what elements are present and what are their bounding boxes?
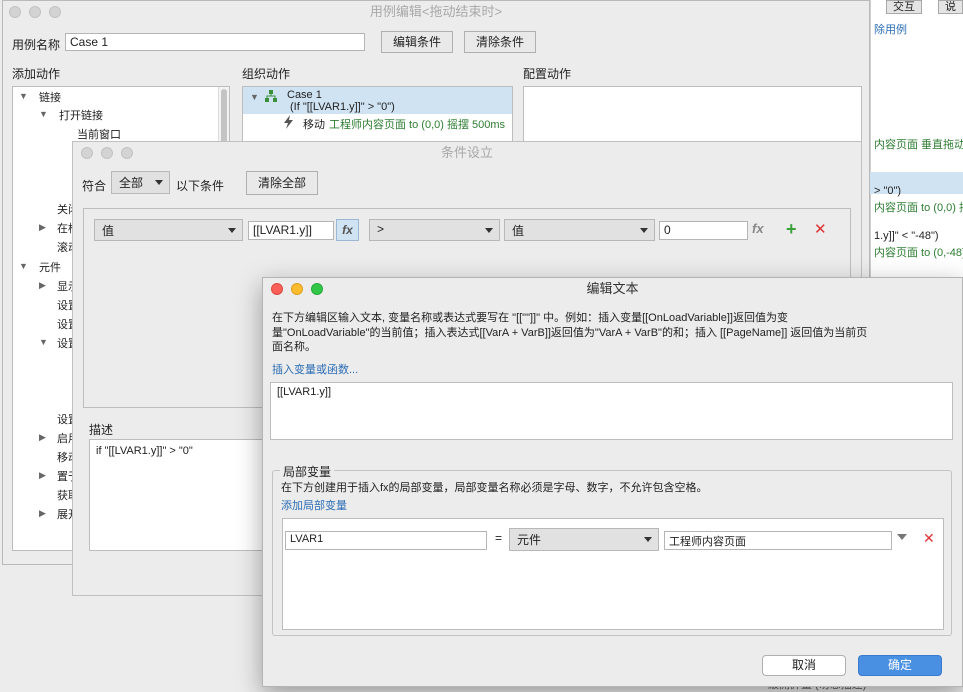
- variable-target-input[interactable]: 工程师内容页面: [664, 531, 892, 550]
- collapse-triangle-icon[interactable]: ▶: [39, 280, 46, 291]
- text-editor[interactable]: [[LVAR1.y]]: [270, 382, 953, 440]
- expand-triangle-icon[interactable]: ▼: [19, 91, 28, 101]
- minimize-window-icon[interactable]: [29, 6, 41, 18]
- delete-condition-icon[interactable]: ✕: [814, 220, 827, 238]
- right-type-value: 值: [512, 224, 525, 238]
- close-window-icon[interactable]: [81, 147, 93, 159]
- lightning-icon: [284, 115, 293, 129]
- local-variable-list: LVAR1 = 元件 工程师内容页面 ✕: [282, 518, 944, 630]
- delete-case-link[interactable]: 除用例: [874, 21, 907, 37]
- right-type-select[interactable]: 值: [504, 219, 655, 241]
- bg-action-line: 内容页面 垂直拖动: [874, 139, 963, 151]
- tree-item-open-link[interactable]: 打开链接: [59, 107, 103, 123]
- configure-action-header: 配置动作: [523, 67, 572, 81]
- variable-type-select[interactable]: 元件: [509, 528, 659, 551]
- match-suffix: 以下条件: [176, 179, 225, 193]
- add-local-variable-link[interactable]: 添加局部变量: [281, 497, 347, 513]
- edit-text-window: 编辑文本 在下方编辑区输入文本, 变量名称或表达式要写在 "[[""]]" 中。…: [262, 277, 963, 687]
- zoom-window-icon[interactable]: [49, 6, 61, 18]
- match-select-value: 全部: [119, 176, 144, 190]
- cancel-button[interactable]: 取消: [762, 655, 846, 676]
- fx-button[interactable]: fx: [336, 219, 359, 241]
- add-action-header: 添加动作: [12, 67, 61, 81]
- match-select[interactable]: 全部: [111, 171, 170, 194]
- chevron-down-icon: [640, 228, 648, 233]
- right-value-input[interactable]: 0: [659, 221, 748, 240]
- chevron-down-icon: [485, 228, 493, 233]
- bg-action-line: 内容页面 to (0,0) 摇: [874, 202, 963, 214]
- equals-sign: =: [495, 531, 503, 545]
- expand-triangle-icon[interactable]: ▼: [39, 109, 48, 119]
- window-title: 条件设立: [440, 145, 493, 160]
- description-label: 描述: [89, 423, 114, 437]
- tab-notes[interactable]: 说明: [938, 0, 963, 14]
- expand-triangle-icon[interactable]: ▼: [250, 92, 259, 102]
- instructions-line: 面名称。: [272, 341, 316, 353]
- add-condition-icon[interactable]: +: [786, 219, 797, 240]
- clear-condition-button[interactable]: 清除条件: [464, 31, 536, 53]
- close-window-icon[interactable]: [271, 283, 283, 295]
- chevron-down-icon: [644, 537, 652, 542]
- clear-all-button[interactable]: 清除全部: [246, 171, 318, 195]
- zoom-window-icon[interactable]: [121, 147, 133, 159]
- tree-item-widgets[interactable]: 元件: [39, 259, 61, 275]
- tree-item-current-window[interactable]: 当前窗口: [77, 126, 121, 142]
- bg-condition-line: > "0"): [874, 185, 902, 197]
- window-title: 编辑文本: [586, 281, 639, 296]
- tab-interaction[interactable]: 交互: [886, 0, 922, 14]
- zoom-window-icon[interactable]: [311, 283, 323, 295]
- action-detail[interactable]: 工程师内容页面 to (0,0) 摇摆 500ms: [329, 116, 505, 132]
- bg-condition-line: 1.y]]" < "-48"): [874, 230, 939, 242]
- case-name-input[interactable]: Case 1: [65, 33, 365, 51]
- delete-variable-icon[interactable]: ✕: [923, 530, 935, 547]
- minimize-window-icon[interactable]: [291, 283, 303, 295]
- window-title: 用例编辑<拖动结束时>: [369, 4, 503, 19]
- collapse-triangle-icon[interactable]: ▶: [39, 222, 46, 233]
- edit-condition-button[interactable]: 编辑条件: [381, 31, 453, 53]
- expand-triangle-icon[interactable]: ▼: [19, 261, 28, 271]
- scroll-thumb[interactable]: [221, 89, 227, 145]
- case-title[interactable]: Case 1: [287, 89, 322, 101]
- local-variables-group: 在下方创建用于插入fx的局部变量，局部变量名称必须是字母、数字，不允许包含空格。…: [272, 470, 952, 636]
- minimize-window-icon[interactable]: [101, 147, 113, 159]
- left-type-select[interactable]: 值: [94, 219, 243, 241]
- case-name-label: 用例名称: [12, 38, 61, 52]
- organize-action-header: 组织动作: [242, 67, 291, 81]
- fx-button[interactable]: fx: [752, 221, 764, 236]
- editor-text: [[LVAR1.y]]: [277, 386, 332, 398]
- case-condition-text: (If "[[LVAR1.y]]" > "0"): [290, 101, 395, 113]
- instructions-line: 在下方编辑区输入文本, 变量名称或表达式要写在 "[[""]]" 中。例如：插入…: [272, 312, 788, 324]
- collapse-triangle-icon[interactable]: ▶: [39, 508, 46, 519]
- expand-triangle-icon[interactable]: ▼: [39, 337, 48, 347]
- chevron-down-icon: [155, 180, 163, 185]
- organize-action-panel: ▼ Case 1 (If "[[LVAR1.y]]" > "0") 移动 工程师…: [242, 86, 513, 146]
- collapse-triangle-icon[interactable]: ▶: [39, 432, 46, 443]
- ok-button[interactable]: 确定: [858, 655, 942, 676]
- left-type-value: 值: [102, 224, 115, 238]
- bg-action-line: 内容页面 to (0,-48): [874, 247, 963, 259]
- variable-type-value: 元件: [517, 533, 542, 547]
- chevron-down-icon: [228, 228, 236, 233]
- close-window-icon[interactable]: [9, 6, 21, 18]
- operator-value: >: [377, 222, 385, 236]
- operator-select[interactable]: >: [369, 219, 500, 241]
- instructions-line: 量"OnLoadVariable"的当前值；插入表达式[[VarA + VarB…: [272, 327, 868, 339]
- left-value-input[interactable]: [[LVAR1.y]]: [248, 221, 334, 240]
- local-vars-label: 局部变量: [280, 463, 335, 480]
- local-vars-desc: 在下方创建用于插入fx的局部变量，局部变量名称必须是字母、数字，不允许包含空格。: [281, 482, 708, 494]
- chevron-down-icon[interactable]: [897, 534, 907, 540]
- case-tree-icon: [265, 90, 277, 102]
- insert-variable-link[interactable]: 插入变量或函数...: [272, 361, 358, 377]
- action-label[interactable]: 移动: [303, 116, 325, 132]
- configure-action-panel: [523, 86, 862, 146]
- collapse-triangle-icon[interactable]: ▶: [39, 470, 46, 481]
- description-box: if "[[LVAR1.y]]" > "0": [89, 439, 264, 551]
- match-label: 符合: [82, 179, 107, 193]
- description-text: if "[[LVAR1.y]]" > "0": [96, 445, 193, 457]
- variable-name-input[interactable]: LVAR1: [285, 531, 487, 550]
- tree-item-link[interactable]: 链接: [39, 89, 61, 105]
